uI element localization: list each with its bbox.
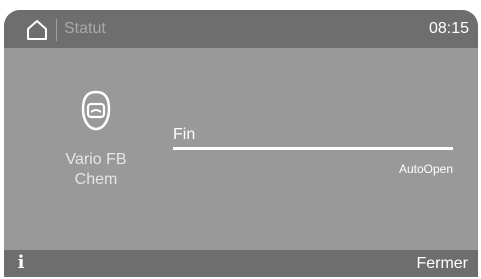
page-title: Statut	[64, 20, 106, 37]
progress-bar	[173, 147, 453, 150]
autoopen-label: AutoOpen	[398, 162, 453, 176]
close-button[interactable]: Fermer	[416, 254, 468, 274]
mask-icon	[80, 90, 112, 132]
header-bar: Statut 08:15	[4, 10, 478, 48]
home-icon[interactable]	[26, 19, 48, 41]
phase-label: Fin	[173, 126, 196, 143]
clock: 08:15	[428, 20, 469, 37]
info-icon[interactable]: i	[13, 253, 29, 273]
program-name: Vario FB Chem	[65, 151, 127, 188]
header-divider	[56, 19, 57, 41]
footer-bar: i Fermer	[4, 250, 478, 277]
progress-fill	[173, 147, 453, 150]
display-screen: Statut 08:15 Vario FB Chem Fin AutoOpen …	[4, 10, 478, 277]
